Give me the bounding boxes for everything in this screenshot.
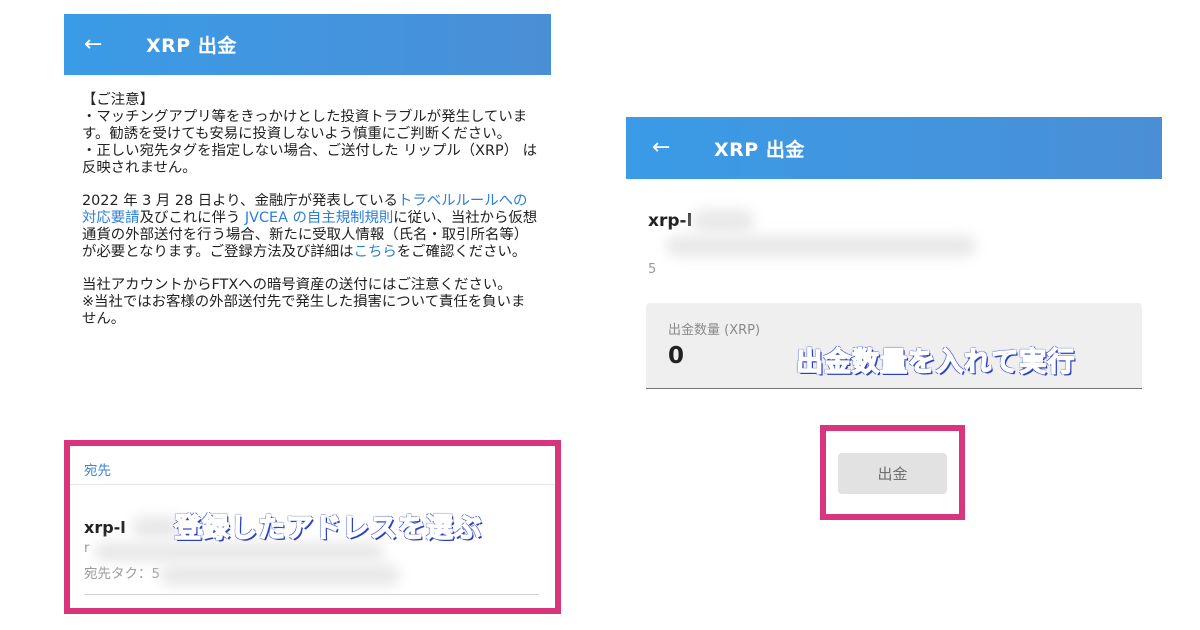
jvcea-rules-link[interactable]: JVCEA の自主規制規則	[245, 210, 393, 226]
divider	[70, 484, 555, 485]
redaction-blur	[160, 564, 400, 586]
destination-name[interactable]: xrp-l	[84, 518, 126, 537]
withdraw-button[interactable]: 出金	[838, 453, 947, 494]
travel-rule-text-2: 及びこれに伴う	[139, 210, 245, 226]
select-address-callout: 登録したアドレスを選ぶ	[173, 512, 482, 545]
redaction-blur	[94, 542, 384, 562]
ftx-warning-paragraph: 当社アカウントからFTXへの暗号資産の送付にはご注意ください。 ※当社ではお客様…	[82, 277, 526, 327]
travel-rule-text-4: をご確認ください。	[396, 244, 527, 260]
amount-label: 出金数量 (XRP)	[668, 323, 761, 338]
travel-rule-text: 2022 年 3 月 28 日より、金融庁が発表している	[82, 193, 398, 209]
divider	[84, 594, 539, 595]
back-arrow-icon[interactable]: ←	[84, 33, 118, 56]
enter-amount-callout: 出金数量を入れて実行	[795, 346, 1076, 379]
notice-text: 【ご注意】 ・マッチングアプリ等をきっかけとした投資トラブルが発生しています。勧…	[82, 92, 538, 344]
withdraw-highlight-box: 出金	[820, 425, 965, 520]
destination-label: 宛先	[84, 463, 111, 479]
page-title: XRP 出金	[714, 138, 805, 161]
here-link[interactable]: こちら	[354, 244, 397, 260]
destination-name: xrp-l	[648, 211, 693, 231]
travel-rule-paragraph: 2022 年 3 月 28 日より、金融庁が発表しているトラベルルールへの対応要…	[82, 193, 538, 261]
amount-value[interactable]: 0	[668, 343, 684, 369]
destination-address: r	[84, 541, 90, 556]
withdraw-screen-left: ← XRP 出金 【ご注意】 ・マッチングアプリ等をきっかけとした投資トラブルが…	[64, 14, 561, 616]
page-title: XRP 出金	[146, 35, 237, 57]
destination-address: 5	[648, 262, 657, 277]
caution-paragraph: 【ご注意】 ・マッチングアプリ等をきっかけとした投資トラブルが発生しています。勧…	[82, 92, 538, 176]
redaction-blur	[692, 209, 754, 233]
withdraw-screen-right: ← XRP 出金 xrp-l 5 出金数量 (XRP) 0 出金数量を入れて実行…	[626, 117, 1162, 537]
app-bar: ← XRP 出金	[626, 117, 1162, 179]
redaction-blur	[666, 235, 976, 257]
back-arrow-icon[interactable]: ←	[652, 137, 686, 159]
app-bar: ← XRP 出金	[64, 14, 551, 75]
destination-tag: 宛先タク：5	[84, 566, 161, 582]
